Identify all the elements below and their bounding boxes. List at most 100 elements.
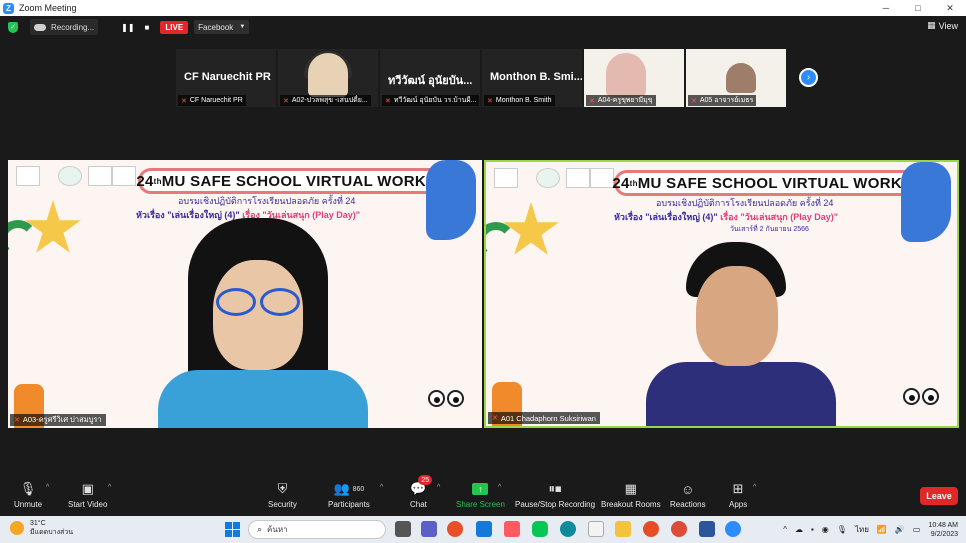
participant-count: 860: [352, 485, 365, 493]
cartoon-eyes-decoration: [903, 388, 943, 406]
windows-start-icon[interactable]: [225, 522, 240, 537]
speaker-face: [213, 260, 303, 370]
green-logo: [566, 168, 590, 188]
chat-button[interactable]: 💬 25 Chat: [410, 475, 433, 509]
shield-icon: ⛨: [277, 481, 288, 496]
view-label: View: [938, 20, 958, 31]
share-options-caret-icon[interactable]: ^: [498, 484, 501, 491]
participant-thumbnail[interactable]: ✕ A04-ครูขุพยามีมุขุ: [584, 49, 684, 107]
reactions-button[interactable]: ☺ Reactions: [670, 480, 706, 510]
participant-thumbnail[interactable]: Monthon B. Smi... ✕ Monthon B. Smith: [482, 49, 582, 107]
line-icon[interactable]: [532, 521, 548, 537]
seal-logo: [536, 168, 560, 188]
chrome-profile-icon[interactable]: [671, 521, 687, 537]
volume-icon[interactable]: 🔊: [895, 525, 905, 534]
close-button[interactable]: ✕: [934, 0, 966, 16]
tray-app-icon[interactable]: ◉: [822, 525, 829, 534]
speaker-body: [646, 362, 836, 426]
participant-thumbnail[interactable]: CF Naruechit PR ✕ CF Naruechit PR: [176, 49, 276, 107]
pause-stop-icon: ⏸⏹: [548, 481, 562, 496]
stream-target-dropdown[interactable]: Facebook ▼: [194, 20, 250, 34]
participant-label: ✕ ทวีวัฒน์ อุนัยบัน วร.บ้านผื...: [382, 95, 480, 106]
task-view-icon[interactable]: [395, 521, 411, 537]
weather-widget[interactable]: 31°C มีแดดบางส่วน: [10, 519, 73, 537]
temperature: 31°C: [30, 520, 46, 527]
app-icon[interactable]: [504, 521, 520, 537]
system-tray: ^ ☁ ▪ ◉ 🎙 ไทย 📶 🔊 ▭ 10:48 AM 9/2/2023: [779, 516, 966, 543]
start-video-button[interactable]: ▣ Start Video: [68, 480, 107, 509]
audio-options-caret-icon[interactable]: ^: [46, 484, 49, 491]
chrome-icon[interactable]: [643, 521, 659, 537]
word-icon[interactable]: [699, 521, 715, 537]
minimize-button[interactable]: ─: [870, 0, 902, 16]
stop-recording-icon[interactable]: ■: [145, 23, 150, 32]
chat-options-caret-icon[interactable]: ^: [437, 484, 440, 491]
recording-indicator[interactable]: Recording...: [30, 19, 99, 35]
participant-name-overlay: ทวีวัฒน์ อุนัยบัน...: [388, 75, 473, 87]
next-page-arrow-icon[interactable]: ›: [799, 68, 818, 87]
meeting-status-bar: ✓ Recording... ❚❚ ■ LIVE Facebook ▼ ▦ Vi…: [0, 16, 966, 38]
apps-button[interactable]: ⊞ Apps: [729, 480, 747, 509]
maximize-button[interactable]: □: [902, 0, 934, 16]
live-badge[interactable]: LIVE: [160, 20, 189, 34]
participant-label: ✕ A01 Chadaphorn Suksiriwan: [488, 412, 600, 424]
file-explorer-icon[interactable]: [615, 521, 631, 537]
encryption-shield-icon[interactable]: ✓: [8, 21, 18, 33]
search-placeholder: ค้นหา: [267, 525, 288, 534]
blue-hand-decoration: [901, 162, 951, 242]
leave-button[interactable]: Leave: [920, 487, 958, 505]
chat-bubble-icon: 💬 25: [410, 475, 433, 498]
breakout-rooms-button[interactable]: ▦ Breakout Rooms: [601, 480, 661, 509]
participants-options-caret-icon[interactable]: ^: [380, 484, 383, 491]
workshop-title: 24th MU SAFE SCHOOL VIRTUAL WORKSHOP: [612, 170, 945, 196]
partner-logo: [590, 168, 614, 188]
window-title: Zoom Meeting: [19, 3, 77, 13]
participant-name-overlay: CF Naruechit PR: [184, 71, 271, 83]
pause-recording-icon[interactable]: ❚❚: [121, 23, 134, 32]
battery-icon[interactable]: ▭: [913, 525, 921, 534]
unmute-button[interactable]: 🎙 Unmute: [14, 480, 42, 509]
participant-label: ✕ Monthon B. Smith: [484, 95, 555, 106]
mail-icon[interactable]: [476, 521, 492, 537]
participant-label: ✕ CF Naruechit PR: [178, 95, 246, 106]
mic-muted-icon: ✕: [589, 97, 595, 105]
participant-video: [606, 53, 646, 97]
weather-description: มีแดดบางส่วน: [30, 529, 73, 536]
microphone-icon[interactable]: 🎙: [837, 525, 847, 534]
speaker-body: [158, 370, 368, 428]
app-tray-icon[interactable]: ▪: [811, 525, 814, 534]
partner-logo: [112, 166, 136, 186]
participant-thumbnail[interactable]: ✕ A02-ปวลพสุข -เสนปดื่ย...: [278, 49, 378, 107]
video-options-caret-icon[interactable]: ^: [108, 484, 111, 491]
zoom-taskbar-icon[interactable]: [725, 521, 741, 537]
app-icon[interactable]: [447, 521, 463, 537]
search-icon: ⌕: [257, 524, 263, 534]
tray-overflow-chevron-icon[interactable]: ^: [783, 525, 787, 534]
zoom-logo-icon: Z: [3, 2, 14, 14]
security-button[interactable]: ⛨ Security: [268, 480, 297, 509]
participants-button[interactable]: 👥 860 Participants: [328, 480, 370, 509]
teams-icon[interactable]: [421, 521, 437, 537]
stream-target-label: Facebook: [198, 22, 234, 32]
taskbar-clock[interactable]: 10:48 AM 9/2/2023: [928, 521, 958, 539]
wifi-icon[interactable]: 📶: [877, 525, 887, 534]
pause-stop-recording-button[interactable]: ⏸⏹ Pause/Stop Recording: [515, 480, 595, 509]
apps-options-caret-icon[interactable]: ^: [753, 484, 756, 491]
video-panel-left[interactable]: 24th MU SAFE SCHOOL VIRTUAL WORKSHOP อบร…: [8, 160, 482, 428]
store-icon[interactable]: [588, 521, 604, 537]
share-screen-icon: ↑: [472, 483, 489, 495]
language-indicator[interactable]: ไทย: [855, 523, 869, 536]
onedrive-cloud-icon[interactable]: ☁: [795, 525, 803, 534]
video-panel-right-active-speaker[interactable]: 24th MU SAFE SCHOOL VIRTUAL WORKSHOP อบร…: [484, 160, 959, 428]
university-logo: [16, 166, 40, 186]
mic-muted-icon: ✕: [492, 415, 498, 422]
taskbar-search-box[interactable]: ⌕ ค้นหา: [248, 520, 386, 539]
participant-thumbnail[interactable]: ทวีวัฒน์ อุนัยบัน... ✕ ทวีวัฒน์ อุนัยบัน …: [380, 49, 480, 107]
view-button[interactable]: ▦ View: [927, 20, 958, 31]
edge-icon[interactable]: [560, 521, 576, 537]
participant-thumbnail[interactable]: ✕ A05 อาจารย์เมธร: [686, 49, 786, 107]
university-logo: [494, 168, 518, 188]
participant-video: [726, 63, 756, 93]
participant-label: ✕ A03-ครูศรีวิเศ บ่าสมบูรา: [10, 414, 106, 426]
workshop-title: 24th MU SAFE SCHOOL VIRTUAL WORKSHOP: [136, 168, 469, 194]
